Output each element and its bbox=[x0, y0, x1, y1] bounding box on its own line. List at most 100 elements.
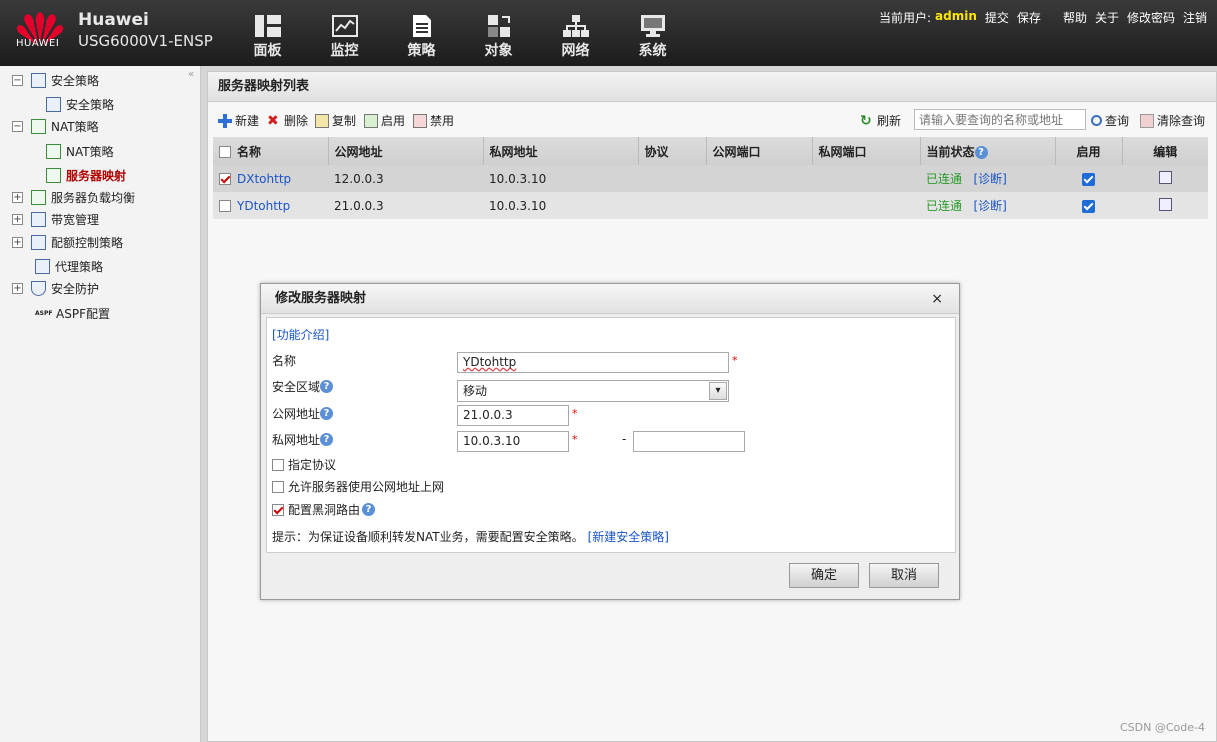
current-user-label: 当前用户: bbox=[879, 11, 932, 25]
shield-icon bbox=[31, 280, 46, 296]
nav-label: 对象 bbox=[484, 43, 513, 59]
sidebar-item-quota-control[interactable]: + 配额控制策略 bbox=[12, 231, 123, 253]
sidebar-item-security-protection[interactable]: + 安全防护 bbox=[12, 277, 99, 299]
row-name-link[interactable]: DXtohttp bbox=[237, 172, 291, 186]
cell-public: 12.0.0.3 bbox=[328, 165, 483, 192]
sidebar-item-label: 安全防护 bbox=[51, 281, 100, 296]
logout-link[interactable]: 注销 bbox=[1183, 9, 1207, 26]
nav-object[interactable]: 对象 bbox=[460, 0, 537, 66]
table-row[interactable]: YDtohttp 21.0.0.3 10.0.3.10 已连通 [诊断] bbox=[213, 192, 1208, 219]
new-security-policy-link[interactable]: [新建安全策略] bbox=[588, 528, 669, 545]
cell-status: 已连通 [诊断] bbox=[920, 165, 1055, 192]
expand-icon[interactable]: + bbox=[12, 191, 23, 203]
copy-button[interactable]: 复制 bbox=[315, 112, 356, 129]
edit-icon[interactable] bbox=[1158, 197, 1172, 211]
enabled-checkbox[interactable] bbox=[1082, 172, 1095, 186]
cell-public: 21.0.0.3 bbox=[328, 192, 483, 219]
col-name: 名称 bbox=[213, 137, 329, 165]
expand-icon[interactable]: + bbox=[12, 282, 23, 294]
collapse-icon[interactable]: − bbox=[12, 74, 23, 86]
diagnose-link[interactable]: [诊断] bbox=[973, 199, 1006, 213]
private-address-range-field[interactable] bbox=[633, 431, 745, 452]
new-button[interactable]: 新建 bbox=[218, 112, 259, 129]
sidebar-item-nat-policy-group[interactable]: − NAT策略 bbox=[12, 115, 99, 137]
help-icon[interactable]: ? bbox=[320, 407, 334, 420]
sidebar-item-server-load-balancing[interactable]: + 服务器负载均衡 bbox=[12, 186, 135, 208]
query-button[interactable]: 查询 bbox=[1091, 112, 1129, 129]
help-icon[interactable]: ? bbox=[320, 380, 334, 393]
nav-system[interactable]: 系统 bbox=[614, 0, 691, 66]
help-link[interactable]: 帮助 bbox=[1063, 9, 1087, 26]
col-private-port: 私网端口 bbox=[812, 137, 921, 165]
load-balance-icon bbox=[31, 189, 46, 205]
chevron-down-icon[interactable]: ▾ bbox=[709, 382, 727, 400]
nav-label: 系统 bbox=[638, 43, 667, 59]
close-icon[interactable]: × bbox=[931, 291, 943, 307]
table-row[interactable]: DXtohttp 12.0.0.3 10.0.3.10 已连通 [诊断] bbox=[213, 165, 1208, 192]
name-field[interactable]: YDtohttp bbox=[457, 352, 729, 373]
expand-icon[interactable]: + bbox=[12, 236, 23, 248]
cell-edit bbox=[1122, 192, 1208, 219]
select-all-checkbox[interactable] bbox=[219, 146, 231, 158]
ok-button[interactable]: 确定 bbox=[789, 563, 859, 588]
blackhole-option[interactable]: 配置黑洞路由 ? bbox=[272, 501, 376, 518]
cell-edit bbox=[1122, 165, 1208, 192]
sidebar-item-security-policy-group[interactable]: − 安全策略 bbox=[12, 69, 99, 91]
allow-internet-option[interactable]: 允许服务器使用公网地址上网 bbox=[272, 478, 444, 495]
copy-label: 复制 bbox=[332, 114, 357, 128]
sidebar-item-aspf[interactable]: ASPF ASPF配置 bbox=[35, 302, 110, 324]
disable-button[interactable]: 禁用 bbox=[413, 112, 454, 129]
clear-query-button[interactable]: 清除查询 bbox=[1140, 112, 1205, 129]
range-separator: - bbox=[622, 432, 627, 446]
enable-button[interactable]: 启用 bbox=[364, 112, 405, 129]
refresh-icon: ↻ bbox=[860, 112, 872, 129]
sidebar-item-nat-policy[interactable]: NAT策略 bbox=[46, 140, 114, 162]
private-address-field[interactable]: 10.0.3.10 bbox=[457, 431, 569, 452]
nav-dashboard[interactable]: 面板 bbox=[229, 0, 306, 66]
public-address-field[interactable]: 21.0.0.3 bbox=[457, 405, 569, 426]
refresh-button[interactable]: ↻ 刷新 bbox=[860, 112, 901, 129]
help-icon[interactable]: ? bbox=[974, 145, 988, 159]
brand-name: Huawei bbox=[78, 10, 149, 30]
object-icon bbox=[487, 15, 510, 37]
blackhole-checkbox[interactable] bbox=[272, 503, 284, 516]
sidebar-item-proxy-policy[interactable]: 代理策略 bbox=[35, 255, 103, 277]
sidebar-item-server-mapping[interactable]: 服务器映射 bbox=[46, 164, 126, 186]
help-icon[interactable]: ? bbox=[362, 503, 376, 516]
nav-policy[interactable]: 策略 bbox=[383, 0, 460, 66]
edit-icon[interactable] bbox=[1158, 170, 1172, 184]
enabled-checkbox[interactable] bbox=[1082, 199, 1095, 213]
nav-monitor[interactable]: 监控 bbox=[306, 0, 383, 66]
row-name-link[interactable]: YDtohttp bbox=[237, 199, 290, 213]
policy-document-icon bbox=[412, 15, 431, 37]
collapse-sidebar-icon[interactable]: « bbox=[188, 69, 194, 80]
server-mapping-table: 名称 公网地址 私网地址 协议 公网端口 私网端口 当前状态? 启用 编辑 DX… bbox=[213, 137, 1208, 219]
protocol-option[interactable]: 指定协议 bbox=[272, 456, 336, 473]
policy-icon bbox=[46, 96, 61, 112]
row-checkbox[interactable] bbox=[219, 200, 231, 212]
allow-internet-checkbox[interactable] bbox=[272, 480, 284, 493]
col-public-port: 公网端口 bbox=[706, 137, 813, 165]
search-input[interactable] bbox=[914, 109, 1086, 130]
security-zone-select[interactable]: 移动 ▾ bbox=[457, 380, 729, 402]
expand-icon[interactable]: + bbox=[12, 213, 23, 225]
collapse-icon[interactable]: − bbox=[12, 120, 23, 132]
nav-network[interactable]: 网络 bbox=[537, 0, 614, 66]
protocol-checkbox[interactable] bbox=[272, 458, 284, 471]
cancel-button[interactable]: 取消 bbox=[869, 563, 939, 588]
cell-protocol bbox=[638, 165, 706, 192]
delete-button[interactable]: ✖ 删除 bbox=[267, 112, 308, 129]
about-link[interactable]: 关于 bbox=[1095, 9, 1119, 26]
feature-intro-link[interactable]: [功能介绍] bbox=[272, 326, 329, 343]
save-link[interactable]: 保存 bbox=[1017, 9, 1041, 26]
sidebar-item-bandwidth[interactable]: + 带宽管理 bbox=[12, 208, 99, 230]
col-label: 名称 bbox=[237, 144, 262, 159]
help-icon[interactable]: ? bbox=[320, 433, 334, 446]
sidebar-item-security-policy[interactable]: 安全策略 bbox=[46, 93, 114, 115]
submit-link[interactable]: 提交 bbox=[985, 9, 1009, 26]
system-monitor-icon bbox=[640, 15, 665, 37]
diagnose-link[interactable]: [诊断] bbox=[973, 172, 1006, 186]
change-password-link[interactable]: 修改密码 bbox=[1127, 9, 1175, 26]
row-checkbox[interactable] bbox=[219, 173, 231, 185]
sidebar-item-label: 服务器负载均衡 bbox=[51, 190, 136, 205]
